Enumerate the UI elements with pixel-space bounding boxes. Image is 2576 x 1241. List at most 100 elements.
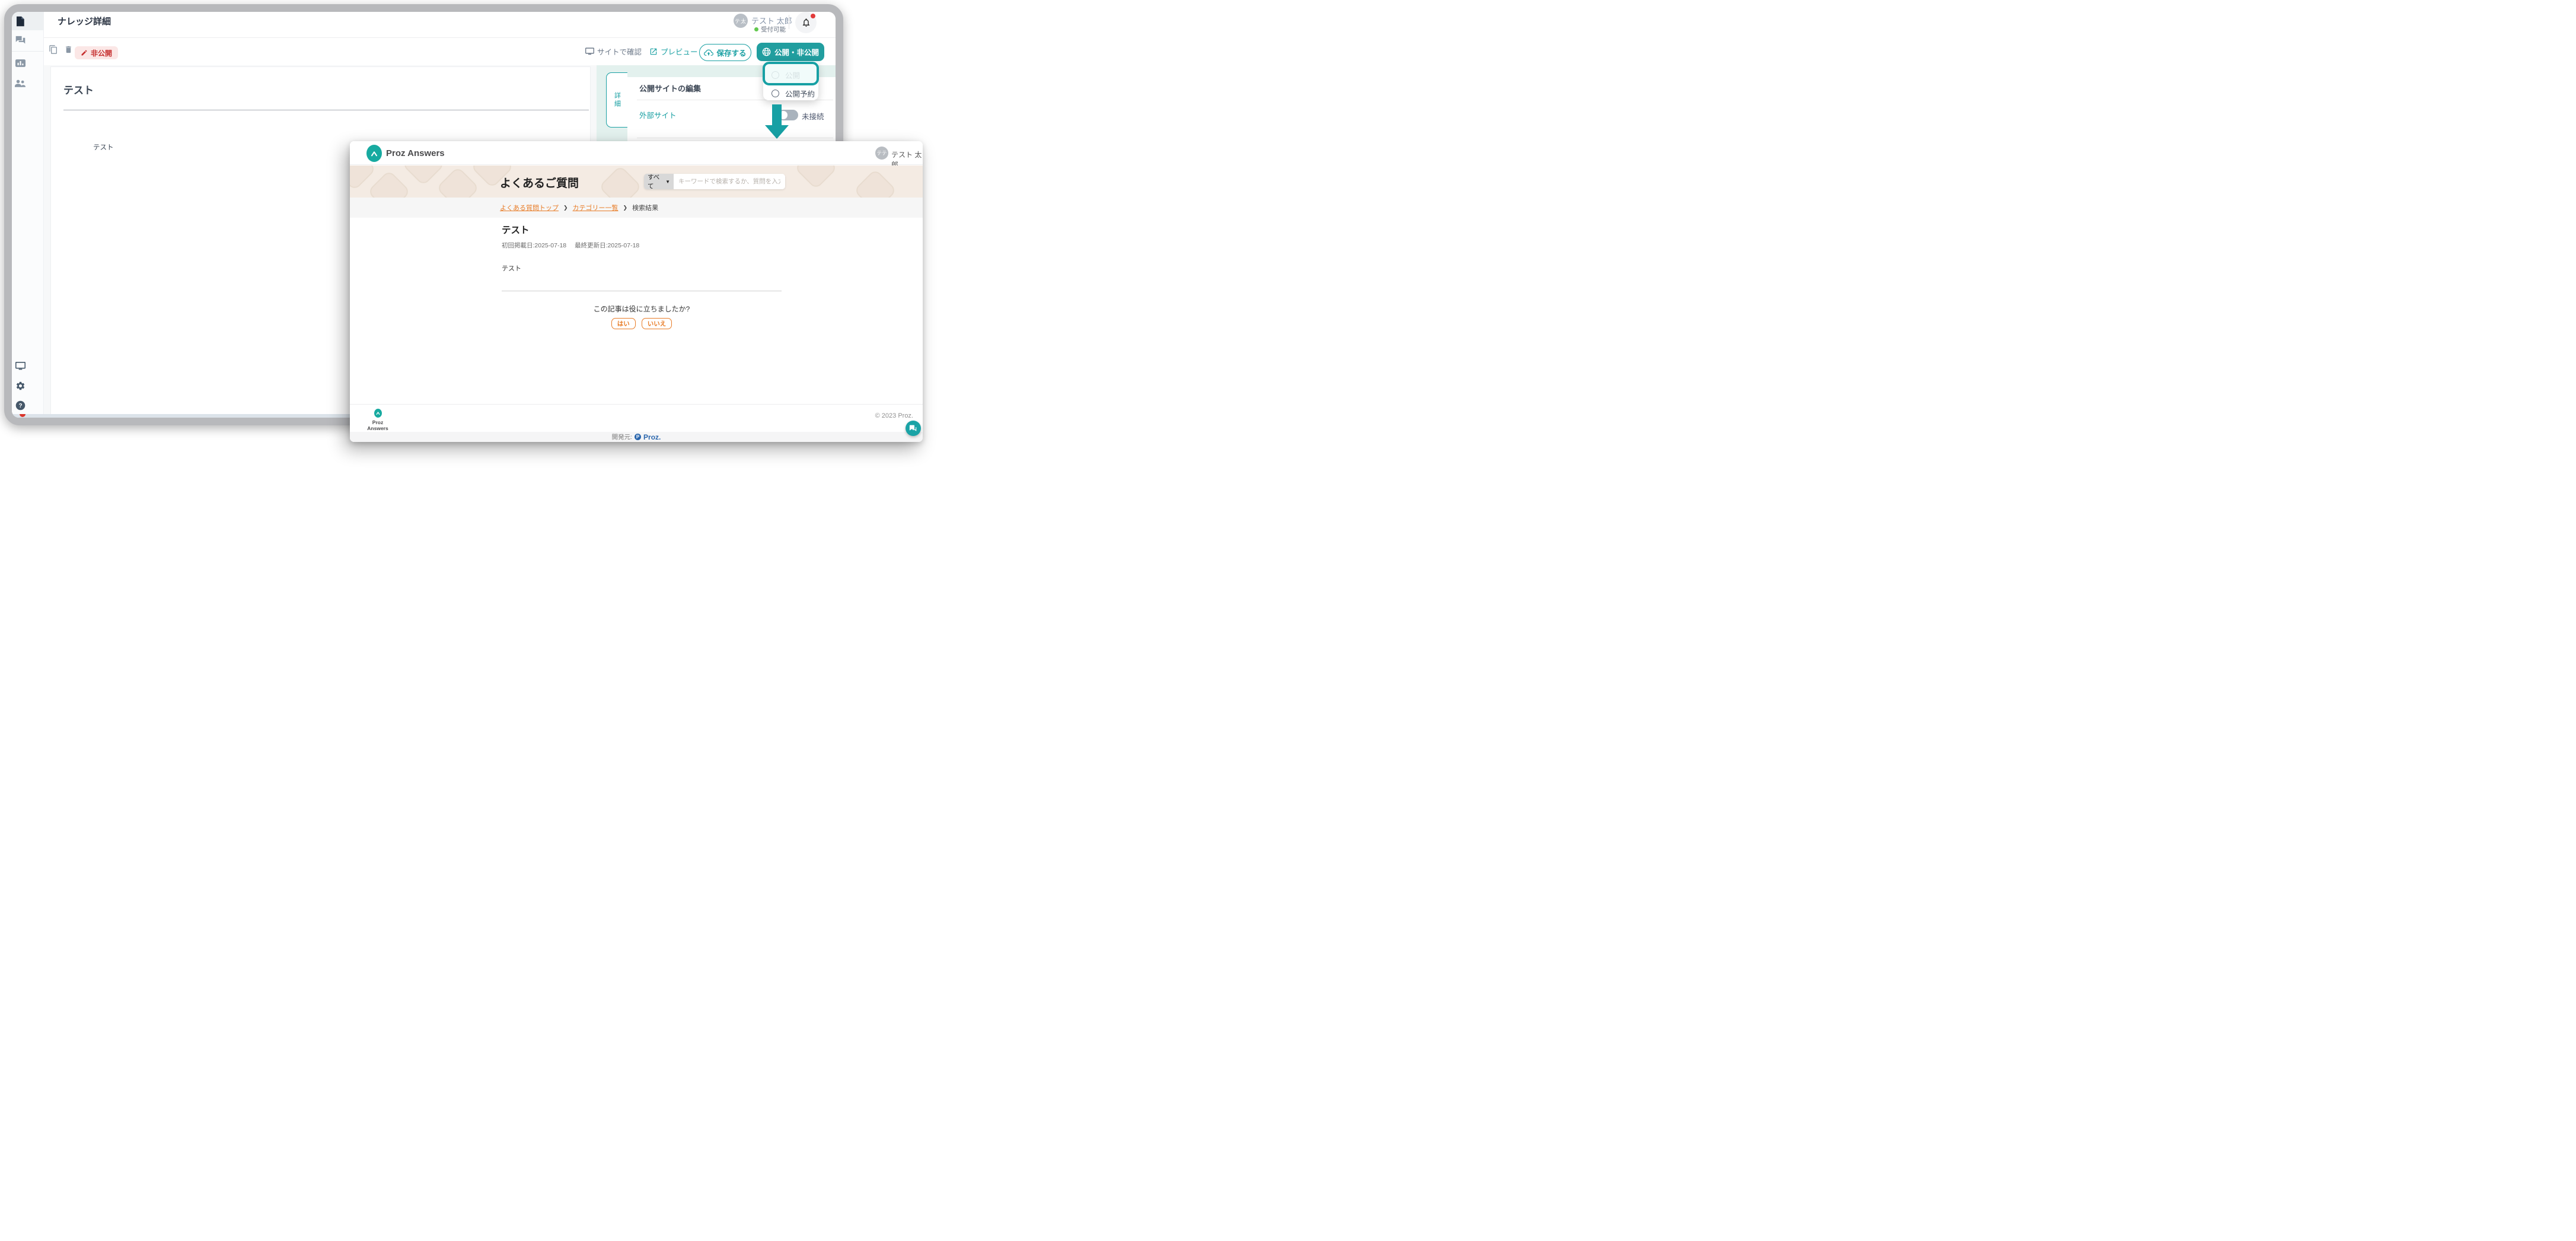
proz-answers-logo[interactable] <box>366 145 382 162</box>
search-input[interactable] <box>674 174 785 189</box>
breadcrumb-separator-icon: ❯ <box>623 205 628 211</box>
publish-option-public[interactable]: 公開 <box>771 69 800 81</box>
last-updated-date: 最終更新日:2025-07-18 <box>575 241 639 250</box>
gear-icon <box>15 381 25 391</box>
sidebar-item-chat[interactable] <box>14 34 26 46</box>
status-badge: 非公開 <box>75 46 118 59</box>
keyboard-key-decoration <box>367 170 411 198</box>
copy-icon <box>49 44 58 55</box>
record-dot <box>20 414 25 417</box>
radio-icon[interactable] <box>771 71 779 79</box>
first-published-date: 初回掲載日:2025-07-18 <box>502 241 566 250</box>
publish-option-public-label: 公開 <box>785 69 800 81</box>
save-button[interactable]: 保存する <box>699 44 751 61</box>
copyright: © 2023 Proz. <box>875 412 913 419</box>
article-body: テスト <box>502 263 521 273</box>
keyboard-key-decoration <box>401 166 445 186</box>
cloud-upload-icon <box>704 49 713 56</box>
header-divider <box>44 37 836 38</box>
caret-logo-icon <box>369 149 379 158</box>
sidebar-item-analytics[interactable] <box>14 57 26 69</box>
sidebar-item-help[interactable]: ? <box>14 399 26 411</box>
hero-title: よくあるご質問 <box>500 174 579 190</box>
chevron-down-icon: ▼ <box>665 179 670 184</box>
feedback-no-button[interactable]: いいえ <box>642 318 672 329</box>
breadcrumb-separator-icon: ❯ <box>563 205 568 211</box>
hero-banner: よくあるご質問 すべて ▼ <box>350 166 923 198</box>
copy-button[interactable] <box>49 44 59 55</box>
editor-title[interactable]: テスト <box>63 82 94 97</box>
status-label: 受付可能 <box>761 25 786 34</box>
check-on-site-button[interactable]: サイトで確認 <box>585 46 642 57</box>
publish-toggle-label: 公開・非公開 <box>774 46 819 58</box>
keyboard-key-decoration <box>598 166 642 198</box>
keyboard-key-decoration <box>436 166 480 198</box>
save-label: 保存する <box>716 47 746 58</box>
user-status: 受付可能 <box>754 25 786 34</box>
trash-icon <box>64 44 73 55</box>
document-icon <box>15 16 25 27</box>
preview-button[interactable]: プレビュー <box>649 46 698 57</box>
status-dot <box>754 27 758 31</box>
preview-brand[interactable]: Proz Answers <box>386 148 445 158</box>
sidebar-item-settings[interactable] <box>14 380 26 392</box>
publish-option-scheduled-label: 公開予約 <box>785 88 815 99</box>
tab-detail[interactable]: 詳細 <box>606 72 627 128</box>
avatar[interactable]: テ太 <box>734 14 748 28</box>
breadcrumb-current: 検索結果 <box>632 203 658 212</box>
preview-label: プレビュー <box>661 46 698 57</box>
chat-icon <box>15 36 25 45</box>
breadcrumb-category-list[interactable]: カテゴリー一覧 <box>573 203 619 212</box>
svg-text:?: ? <box>18 403 22 409</box>
article-title: テスト <box>502 223 530 236</box>
external-site-status: 未接続 <box>802 110 824 122</box>
bell-icon <box>801 17 811 28</box>
article-meta: 初回掲載日:2025-07-18 最終更新日:2025-07-18 <box>502 241 639 250</box>
radio-icon[interactable] <box>771 90 779 97</box>
preview-avatar[interactable]: テテ <box>875 147 888 160</box>
globe-icon <box>762 47 771 56</box>
publish-option-scheduled[interactable]: 公開予約 <box>771 88 815 99</box>
feedback-buttons: はい いいえ <box>502 318 782 329</box>
footer-brand-label: Proz Answers <box>362 419 394 431</box>
tab-detail-label: 詳細 <box>613 92 622 109</box>
external-link-icon <box>649 47 658 56</box>
monitor-icon <box>585 47 594 56</box>
keyboard-key-decoration <box>794 166 838 190</box>
chat-bubble-icon <box>909 425 917 432</box>
search-filter-value: すべて <box>648 174 665 189</box>
search-filter-select[interactable]: すべて ▼ <box>644 174 674 189</box>
editor-body[interactable]: テスト <box>93 142 114 152</box>
breadcrumb: よくある質問トップ ❯ カテゴリー一覧 ❯ 検索結果 <box>350 198 923 218</box>
sidebar-divider <box>12 51 44 52</box>
annotation-arrow <box>772 104 782 126</box>
chat-widget-button[interactable] <box>906 421 921 436</box>
page-title: ナレッジ詳細 <box>58 15 111 27</box>
sidebar-item-site[interactable] <box>14 360 26 372</box>
notification-badge <box>811 14 815 18</box>
check-on-site-label: サイトで確認 <box>597 46 642 57</box>
developer-band: 開発元: P Proz. <box>350 432 923 442</box>
publish-menu: 公開 公開予約 <box>763 61 818 100</box>
developer-name[interactable]: Proz. <box>643 433 661 441</box>
proz-logo-icon: P <box>635 434 641 440</box>
footer-brand[interactable]: Proz Answers <box>362 409 394 431</box>
breadcrumb-faq-top[interactable]: よくある質問トップ <box>500 203 559 212</box>
external-site-link[interactable]: 外部サイト <box>639 109 677 120</box>
search-bar: すべて ▼ <box>644 174 785 189</box>
sidebar-item-users[interactable] <box>14 77 26 89</box>
site-preview-window: Proz Answers テテ テスト 太郎 よくあるご質問 すべて ▼ よくあ… <box>350 141 923 442</box>
feedback-yes-button[interactable]: はい <box>611 318 636 329</box>
publish-toggle-button[interactable]: 公開・非公開 <box>757 43 824 61</box>
people-icon <box>15 79 25 87</box>
pencil-icon <box>81 49 88 56</box>
delete-button[interactable] <box>64 44 75 55</box>
footer-divider <box>350 404 923 405</box>
developer-label: 開発元: <box>612 432 632 441</box>
monitor-icon <box>15 362 25 371</box>
annotation-arrow-head <box>765 125 789 139</box>
help-icon: ? <box>15 400 25 411</box>
sidebar-item-knowledge[interactable] <box>14 15 26 27</box>
bar-chart-icon <box>15 59 25 67</box>
sidebar: ? <box>12 12 44 418</box>
